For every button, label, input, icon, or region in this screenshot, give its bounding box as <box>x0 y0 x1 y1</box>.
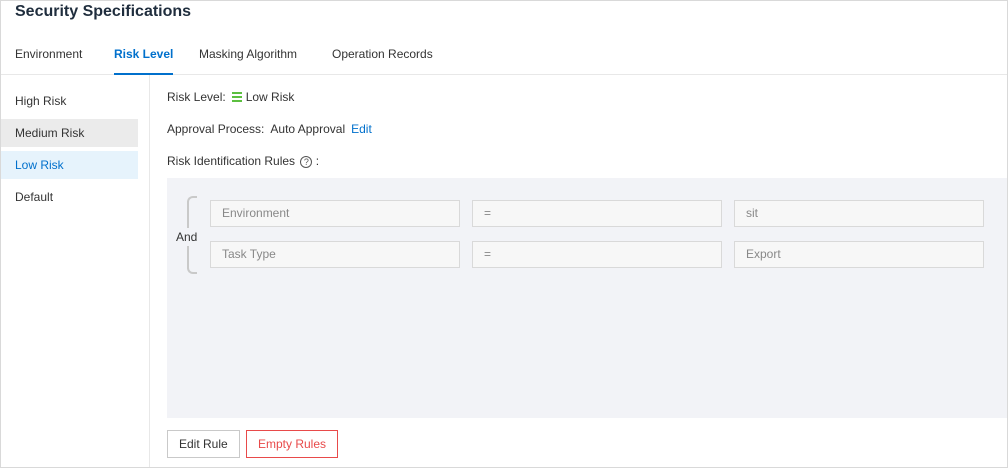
risk-level-row: Risk Level: Low Risk <box>167 90 294 104</box>
edit-approval-link[interactable]: Edit <box>351 122 372 136</box>
tab-operation-records[interactable]: Operation Records <box>332 35 433 75</box>
condition-2-value: Export <box>734 241 984 268</box>
risk-level-sidebar: High Risk Medium Risk Low Risk Default <box>1 75 150 467</box>
condition-2-operator: = <box>472 241 722 268</box>
page-title: Security Specifications <box>15 3 192 20</box>
tab-environment[interactable]: Environment <box>15 35 82 75</box>
sidebar-item-low-risk[interactable]: Low Risk <box>1 151 138 179</box>
edit-rule-button[interactable]: Edit Rule <box>167 430 240 458</box>
condition-1-field: Environment <box>210 200 460 227</box>
signal-bars-icon <box>231 92 242 102</box>
sidebar-item-medium-risk[interactable]: Medium Risk <box>1 119 138 147</box>
rules-colon: : <box>315 154 320 168</box>
question-circle-icon[interactable]: ? <box>300 156 313 168</box>
approval-process-value: Auto Approval <box>270 122 346 136</box>
tab-risk-level[interactable]: Risk Level <box>114 35 174 75</box>
condition-1-value: sit <box>734 200 984 227</box>
logic-and-label: And <box>176 228 198 246</box>
sidebar-item-default[interactable]: Default <box>1 183 138 211</box>
approval-process-label: Approval Process: <box>167 122 265 136</box>
sidebar-item-high-risk[interactable]: High Risk <box>1 87 138 115</box>
empty-rules-button[interactable]: Empty Rules <box>246 430 339 458</box>
rules-panel: And Environment = sit Task Type = Export <box>167 178 1007 418</box>
approval-process-row: Approval Process: Auto Approval Edit <box>167 122 372 136</box>
rules-heading-row: Risk Identification Rules ? : <box>167 154 319 168</box>
tab-bar: Environment Risk Level Masking Algorithm… <box>1 35 1007 75</box>
tab-masking-algorithm[interactable]: Masking Algorithm <box>199 35 297 75</box>
condition-1-operator: = <box>472 200 722 227</box>
rules-label: Risk Identification Rules <box>167 154 296 168</box>
risk-level-value: Low Risk <box>245 90 295 104</box>
risk-level-label: Risk Level: <box>167 90 226 104</box>
condition-2-field: Task Type <box>210 241 460 268</box>
app-window: Security Specifications Environment Risk… <box>0 0 1008 468</box>
